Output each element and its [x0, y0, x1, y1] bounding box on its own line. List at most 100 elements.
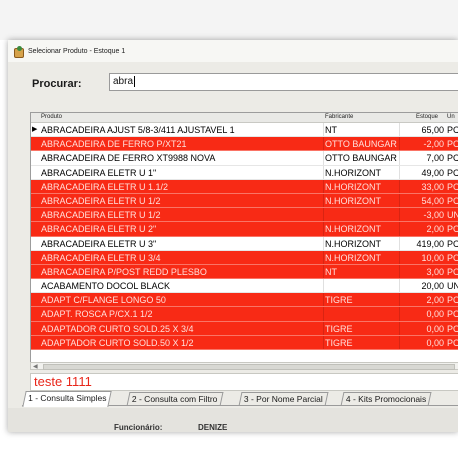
table-row[interactable]: ABRACADEIRA ELETR U 1/2 N.HORIZONT 54,00PC — [31, 193, 458, 209]
cell-fabricante: NT — [325, 125, 337, 135]
cell-fabricante: OTTO BAUNGAR — [325, 153, 397, 164]
table-row[interactable]: ▶ ABRACADEIRA AJUST 5/8-3/411 AJUSTAVEL 1… — [31, 123, 458, 138]
column-divider — [323, 123, 324, 137]
column-divider — [399, 151, 400, 165]
column-divider — [399, 321, 400, 335]
tab-nome-parcial[interactable]: 3 - Por Nome Parcial — [238, 392, 329, 406]
column-divider — [399, 250, 400, 264]
cell-produto: ADAPTADOR CURTO SOLD.50 X 1/2 — [41, 337, 194, 348]
table-row[interactable]: ACABAMENTO DOCOL BLACK 20,00UN — [31, 279, 458, 294]
column-divider — [323, 321, 324, 335]
column-divider — [399, 165, 400, 179]
cell-produto: ADAPT C/FLANGE LONGO 50 — [41, 295, 166, 306]
cell-un: PC — [447, 167, 458, 178]
window-title: Selecionar Produto - Estoque 1 — [28, 47, 126, 55]
cell-fabricante: N.HORIZONT — [325, 167, 381, 178]
tab-consulta-simples[interactable]: 1 - Consulta Simples — [22, 391, 113, 407]
column-divider — [323, 193, 324, 208]
cell-fabricante: TIGRE — [325, 295, 353, 306]
column-divider — [399, 222, 400, 236]
column-divider — [399, 137, 400, 151]
table-row[interactable]: ADAPT. ROSCA P/CX.1 1/2 0,00PC — [31, 307, 458, 322]
cell-un: UN — [447, 281, 458, 292]
table-row[interactable]: ABRACADEIRA DE FERRO P/XT21 OTTO BAUNGAR -… — [31, 137, 458, 152]
cell-produto: ABRACADEIRA ELETR U 2" — [41, 224, 157, 235]
product-grid[interactable]: Produto Fabricante Estoque Un ▶ ABRACADEI… — [30, 112, 458, 364]
table-row[interactable]: ABRACADEIRA ELETR U 3" N.HORIZONT 419,00PC — [31, 236, 458, 251]
grid-header: Produto Fabricante Estoque Un — [31, 113, 458, 123]
footer-panel — [8, 408, 458, 432]
column-divider — [323, 222, 324, 236]
cell-fabricante: TIGRE — [325, 337, 353, 348]
search-input[interactable]: abra — [109, 73, 458, 91]
cell-produto: ABRACADEIRA DE FERRO P/XT21 — [41, 139, 187, 150]
cell-un: PC — [447, 139, 458, 150]
search-label: Procurar: — [32, 78, 82, 90]
table-row[interactable]: ABRACADEIRA ELETR U 1" N.HORIZONT 49,00PC — [31, 165, 458, 180]
table-row[interactable]: ABRACADEIRA ELETR U 1/2 -3,00UN — [31, 208, 458, 223]
cell-estoque: 10,00 — [421, 252, 444, 263]
cell-fabricante: N.HORIZONT — [325, 195, 381, 206]
scrollbar-thumb[interactable] — [43, 364, 455, 370]
cell-produto: ABRACADEIRA AJUST 5/8-3/411 AJUSTAVEL 1 — [41, 125, 235, 135]
header-fabricante[interactable]: Fabricante — [325, 114, 353, 120]
column-divider — [323, 165, 324, 179]
cell-un: PC — [447, 153, 458, 164]
cell-estoque: 33,00 — [421, 181, 444, 192]
column-divider — [323, 279, 324, 293]
table-row[interactable]: ABRACADEIRA ELETR U 3/4 N.HORIZONT 10,00PC — [31, 250, 458, 265]
cell-un: PC — [447, 323, 458, 334]
cell-estoque: 2,00 — [426, 295, 444, 306]
cell-un: UN — [447, 210, 458, 221]
cell-estoque: 0,00 — [426, 309, 444, 320]
table-row[interactable]: ABRACADEIRA ELETR U 1.1/2 N.HORIZONT 33,00… — [31, 179, 458, 194]
table-row[interactable]: ABRACADEIRA DE FERRO XT9988 NOVA OTTO BAU… — [31, 151, 458, 166]
text-caret — [134, 76, 136, 87]
title-bar[interactable]: Selecionar Produto - Estoque 1 — [8, 40, 458, 63]
cell-produto: ACABAMENTO DOCOL BLACK — [41, 281, 171, 292]
column-divider — [323, 250, 324, 264]
background-top — [0, 0, 458, 40]
cell-un: PC — [447, 125, 458, 135]
header-estoque[interactable]: Estoque — [416, 114, 438, 120]
column-divider — [323, 293, 324, 307]
observation-field[interactable]: teste 1111 — [30, 373, 458, 391]
table-row[interactable]: ABRACADEIRA P/POST REDD PLESBO NT 3,00PC — [31, 264, 458, 280]
table-row[interactable]: ADAPTADOR CURTO SOLD.50 X 1/2 TIGRE 0,00PC — [31, 335, 458, 350]
table-row[interactable]: ABRACADEIRA ELETR U 2" N.HORIZONT 2,00PC — [31, 222, 458, 237]
cell-estoque: -2,00 — [423, 139, 444, 150]
cell-un: PC — [447, 295, 458, 306]
column-divider — [323, 151, 324, 165]
cell-produto: ABRACADEIRA ELETR U 1" — [41, 167, 157, 178]
cell-produto: ABRACADEIRA ELETR U 1/2 — [41, 195, 161, 206]
cell-estoque: 0,00 — [426, 323, 444, 334]
column-divider — [323, 264, 324, 279]
header-produto[interactable]: Produto — [41, 114, 62, 120]
table-row[interactable]: ADAPTADOR CURTO SOLD.25 X 3/4 TIGRE 0,00PC — [31, 321, 458, 336]
current-row-indicator-icon: ▶ — [32, 126, 38, 133]
tab-consulta-filtro[interactable]: 2 - Consulta com Filtro — [126, 392, 223, 406]
employee-value: DENIZE — [198, 423, 228, 432]
cell-un: PC — [447, 224, 458, 235]
cell-fabricante: N.HORIZONT — [325, 224, 381, 235]
column-divider — [399, 208, 400, 222]
header-un[interactable]: Un — [447, 114, 455, 120]
cell-estoque: 2,00 — [426, 224, 444, 235]
tab-kits-promocionais[interactable]: 4 - Kits Promocionais — [340, 392, 432, 406]
cell-produto: ADAPT. ROSCA P/CX.1 1/2 — [41, 309, 153, 320]
column-divider — [399, 264, 400, 279]
product-selection-window: Selecionar Produto - Estoque 1 Procurar:… — [8, 40, 458, 432]
cell-produto: ABRACADEIRA ELETR U 1/2 — [41, 210, 161, 221]
column-divider — [323, 208, 324, 222]
cell-un: PC — [447, 238, 458, 249]
horizontal-scrollbar[interactable]: ◀ — [30, 362, 458, 370]
cell-produto: ABRACADEIRA DE FERRO XT9988 NOVA — [41, 153, 216, 164]
cell-estoque: 54,00 — [421, 195, 444, 206]
app-icon — [13, 45, 24, 58]
grid-rows: ▶ ABRACADEIRA AJUST 5/8-3/411 AJUSTAVEL 1… — [31, 123, 458, 350]
observation-text: teste 1111 — [34, 374, 92, 389]
cell-un: PC — [447, 309, 458, 320]
column-divider — [399, 293, 400, 307]
scroll-left-icon[interactable]: ◀ — [33, 363, 38, 370]
table-row[interactable]: ADAPT C/FLANGE LONGO 50 TIGRE 2,00PC — [31, 293, 458, 308]
